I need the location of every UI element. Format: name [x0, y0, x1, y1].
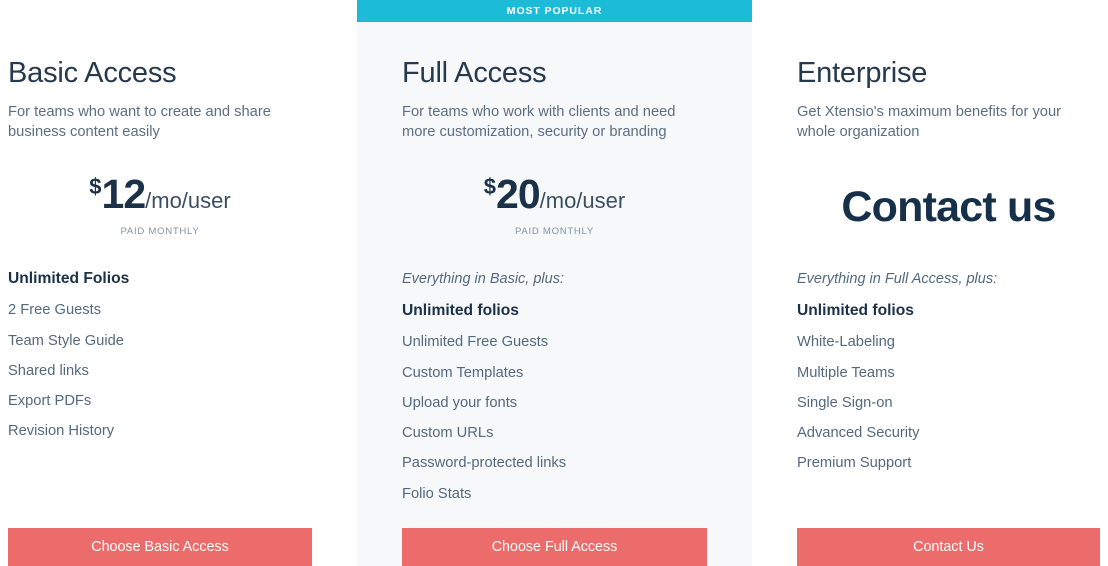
- list-item: Advanced Security: [797, 425, 920, 442]
- list-item: Folio Stats: [402, 485, 472, 502]
- list-item: White-Labeling: [797, 334, 895, 351]
- price-line-basic: $12/mo/user: [8, 170, 312, 217]
- cta-wrap-enterprise: Contact Us: [797, 528, 1100, 566]
- cta-wrap-full: Choose Full Access: [402, 528, 707, 566]
- features-full: Everything in Basic, plus: Unlimited fol…: [402, 271, 707, 517]
- list-item: Unlimited folios: [797, 301, 914, 319]
- contact-us-button[interactable]: Contact Us: [797, 528, 1100, 566]
- card-body-enterprise: Enterprise Get Xtensio's maximum benefit…: [797, 22, 1100, 487]
- list-item: Custom Templates: [402, 364, 524, 381]
- plan-description-enterprise: Get Xtensio's maximum benefits for your …: [797, 103, 1062, 141]
- list-item: Unlimited folios: [402, 301, 519, 319]
- list-item: Unlimited Free Guests: [402, 334, 549, 351]
- features-basic: Unlimited Folios 2 Free Guests Team Styl…: [8, 271, 312, 455]
- price-currency-basic: $: [89, 173, 102, 199]
- plan-description-full: For teams who work with clients and need…: [402, 103, 676, 141]
- price-amount-basic: 12: [101, 170, 147, 217]
- pricing-card-enterprise: Enterprise Get Xtensio's maximum benefit…: [752, 0, 1108, 566]
- contact-us-price: Contact us: [841, 182, 1056, 231]
- plan-title-full: Full Access: [402, 57, 547, 89]
- badge-spacer-basic: [8, 0, 312, 22]
- price-block-full: $20/mo/user PAID MONTHLY: [402, 170, 707, 240]
- price-note-full: PAID MONTHLY: [515, 225, 594, 237]
- list-item: Revision History: [8, 423, 115, 440]
- features-intro-full: Everything in Basic, plus:: [402, 270, 564, 287]
- price-amount-full: 20: [496, 170, 541, 217]
- price-note-basic: PAID MONTHLY: [120, 225, 200, 237]
- choose-basic-access-button[interactable]: Choose Basic Access: [8, 528, 312, 566]
- list-item: Custom URLs: [402, 425, 494, 442]
- list-item: 2 Free Guests: [8, 302, 102, 319]
- list-item: Upload your fonts: [402, 394, 518, 411]
- plan-description-basic: For teams who want to create and share b…: [8, 103, 271, 141]
- features-list-full: Unlimited folios Unlimited Free Guests C…: [402, 303, 707, 517]
- list-item: Single Sign-on: [797, 394, 893, 411]
- pricing-table: Basic Access For teams who want to creat…: [0, 0, 1108, 566]
- list-item: Premium Support: [797, 455, 912, 472]
- price-block-basic: $12/mo/user PAID MONTHLY: [8, 170, 312, 240]
- pricing-card-full: MOST POPULAR Full Access For teams who w…: [357, 0, 752, 566]
- price-currency-full: $: [483, 173, 497, 199]
- list-item: Unlimited Folios: [8, 269, 130, 287]
- features-list-basic: Unlimited Folios 2 Free Guests Team Styl…: [8, 271, 312, 455]
- list-item: Password-protected links: [402, 455, 567, 472]
- features-intro-enterprise: Everything in Full Access, plus:: [797, 270, 998, 287]
- most-popular-badge: MOST POPULAR: [357, 0, 752, 22]
- price-block-enterprise: Contact us: [797, 174, 1100, 240]
- pricing-card-basic: Basic Access For teams who want to creat…: [0, 0, 357, 566]
- price-line-full: $20/mo/user: [402, 170, 707, 217]
- card-body-basic: Basic Access For teams who want to creat…: [8, 22, 312, 455]
- card-body-full: Full Access For teams who work with clie…: [402, 22, 707, 517]
- list-item: Team Style Guide: [8, 332, 124, 349]
- list-item: Shared links: [8, 362, 89, 379]
- features-enterprise: Everything in Full Access, plus: Unlimit…: [797, 271, 1100, 487]
- badge-spacer-enterprise: [797, 0, 1100, 22]
- price-period-basic: /mo/user: [145, 187, 231, 213]
- cta-wrap-basic: Choose Basic Access: [8, 528, 312, 566]
- list-item: Multiple Teams: [797, 364, 895, 381]
- list-item: Export PDFs: [8, 393, 92, 410]
- choose-full-access-button[interactable]: Choose Full Access: [402, 528, 707, 566]
- plan-title-enterprise: Enterprise: [797, 57, 928, 89]
- features-list-enterprise: Unlimited folios White-Labeling Multiple…: [797, 303, 1100, 487]
- price-period-full: /mo/user: [539, 187, 626, 213]
- plan-title-basic: Basic Access: [8, 57, 177, 89]
